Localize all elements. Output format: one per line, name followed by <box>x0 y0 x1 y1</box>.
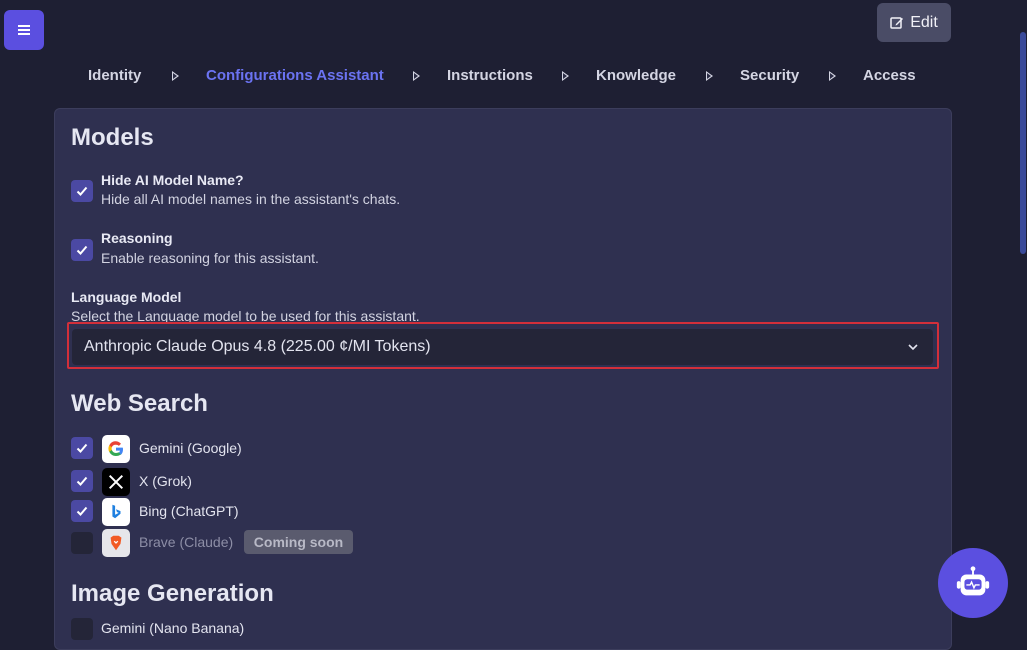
edit-button[interactable]: Edit <box>877 3 951 42</box>
step-configurations-assistant[interactable]: Configurations Assistant <box>206 66 384 86</box>
step-identity[interactable]: Identity <box>88 66 141 86</box>
gemini-image-checkbox[interactable] <box>71 618 93 640</box>
gemini-search-checkbox[interactable] <box>71 437 93 459</box>
image-generation-heading: Image Generation <box>71 580 274 607</box>
hamburger-icon <box>18 29 30 31</box>
google-icon <box>102 435 130 463</box>
check-icon <box>76 476 88 486</box>
bing-search-label: Bing (ChatGPT) <box>139 503 239 519</box>
hide-model-name-title: Hide AI Model Name? <box>101 172 244 188</box>
step-security[interactable]: Security <box>740 66 799 86</box>
step-arrow-icon <box>829 71 836 81</box>
stepper: Identity Configurations Assistant Instru… <box>0 66 1019 86</box>
bing-icon <box>102 498 130 526</box>
check-icon <box>76 245 88 255</box>
step-arrow-icon <box>413 71 420 81</box>
language-model-value: Anthropic Claude Opus 4.8 (225.00 ¢/MI T… <box>84 338 431 355</box>
coming-soon-badge: Coming soon <box>244 530 353 554</box>
x-search-checkbox[interactable] <box>71 470 93 492</box>
step-arrow-icon <box>172 71 179 81</box>
language-model-select[interactable]: Anthropic Claude Opus 4.8 (225.00 ¢/MI T… <box>72 329 933 365</box>
chevron-down-icon <box>908 344 918 351</box>
models-heading: Models <box>71 124 154 151</box>
check-icon <box>76 443 88 453</box>
step-instructions[interactable]: Instructions <box>447 66 533 86</box>
scrollbar-thumb[interactable] <box>1020 32 1026 254</box>
step-arrow-icon <box>562 71 569 81</box>
step-access[interactable]: Access <box>863 66 916 86</box>
gemini-search-label: Gemini (Google) <box>139 440 242 456</box>
edit-icon <box>890 16 904 29</box>
robot-icon <box>956 566 990 596</box>
menu-button[interactable] <box>4 10 44 50</box>
language-model-label: Language Model <box>71 289 182 305</box>
check-icon <box>76 186 88 196</box>
web-search-heading: Web Search <box>71 390 208 417</box>
x-search-label: X (Grok) <box>139 473 192 489</box>
bing-search-checkbox[interactable] <box>71 500 93 522</box>
brave-icon <box>102 529 130 557</box>
reasoning-title: Reasoning <box>101 230 173 246</box>
brave-search-label: Brave (Claude) <box>139 534 234 550</box>
configuration-panel <box>54 108 952 650</box>
check-icon <box>76 506 88 516</box>
assistant-bot-button[interactable] <box>938 548 1008 618</box>
hide-model-name-checkbox[interactable] <box>71 180 93 202</box>
edit-label: Edit <box>910 13 938 31</box>
x-icon <box>102 468 130 496</box>
reasoning-desc: Enable reasoning for this assistant. <box>101 250 319 266</box>
step-arrow-icon <box>706 71 713 81</box>
hide-model-name-desc: Hide all AI model names in the assistant… <box>101 191 401 207</box>
reasoning-checkbox[interactable] <box>71 239 93 261</box>
step-knowledge[interactable]: Knowledge <box>596 66 676 86</box>
brave-search-checkbox[interactable] <box>71 532 93 554</box>
